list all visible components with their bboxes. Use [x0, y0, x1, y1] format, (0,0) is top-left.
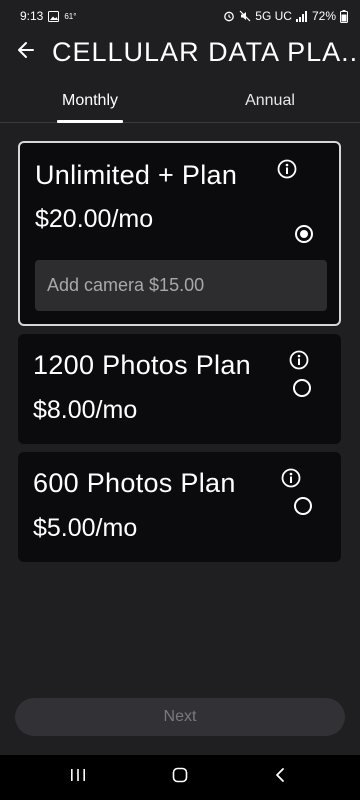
info-icon[interactable]	[289, 350, 309, 370]
plan-name: 1200 Photos Plan	[33, 350, 251, 380]
tab-monthly[interactable]: Monthly	[30, 78, 150, 123]
arrow-left-icon	[16, 40, 36, 65]
plan-price: $20.00/mo	[35, 205, 154, 233]
app-header: CELLULAR DATA PLA...	[0, 32, 360, 72]
home-button[interactable]	[160, 763, 200, 791]
status-time: 9:13	[20, 9, 44, 23]
status-bar-left: 9:13 61°	[20, 9, 76, 23]
chevron-left-icon	[274, 767, 286, 788]
home-icon	[172, 767, 188, 788]
tab-annual[interactable]: Annual	[210, 78, 330, 123]
recent-apps-icon	[70, 768, 86, 787]
back-button[interactable]	[0, 32, 52, 72]
plan-radio-selected[interactable]	[295, 225, 313, 243]
next-button[interactable]: Next	[15, 698, 345, 736]
status-bar: 9:13 61° 5G UC 72%	[0, 0, 360, 32]
plan-price: $5.00/mo	[33, 514, 138, 542]
signal-icon	[295, 10, 308, 22]
status-network: 5G UC	[255, 9, 292, 23]
mute-icon	[239, 10, 251, 22]
plan-radio[interactable]	[293, 379, 311, 397]
addon-camera-option[interactable]: Add camera $15.00	[35, 260, 327, 311]
status-battery-percent: 72%	[311, 9, 336, 23]
system-nav-bar	[0, 755, 360, 800]
nav-back-button[interactable]	[260, 763, 300, 791]
plan-card-600-photos[interactable]: 600 Photos Plan $5.00/mo	[18, 452, 341, 562]
status-bar-right: 5G UC 72%	[223, 9, 348, 23]
plan-card-unlimited[interactable]: Unlimited + Plan $20.00/mo Add camera $1…	[18, 141, 341, 326]
info-icon[interactable]	[281, 468, 301, 488]
status-temperature: 61°	[64, 11, 77, 21]
recent-apps-button[interactable]	[58, 763, 98, 791]
plan-radio[interactable]	[294, 497, 312, 515]
gallery-notification-icon	[48, 10, 60, 22]
billing-tabs: Monthly Annual	[0, 78, 360, 123]
plan-name: 600 Photos Plan	[33, 468, 236, 498]
battery-icon	[340, 9, 348, 23]
page-title: CELLULAR DATA PLA...	[52, 36, 358, 67]
plan-price: $8.00/mo	[33, 396, 138, 424]
plan-name: Unlimited + Plan	[35, 160, 238, 190]
alarm-icon	[223, 10, 235, 22]
tab-selected-indicator	[57, 120, 123, 123]
info-icon[interactable]	[277, 159, 297, 179]
plan-card-1200-photos[interactable]: 1200 Photos Plan $8.00/mo	[18, 334, 341, 444]
